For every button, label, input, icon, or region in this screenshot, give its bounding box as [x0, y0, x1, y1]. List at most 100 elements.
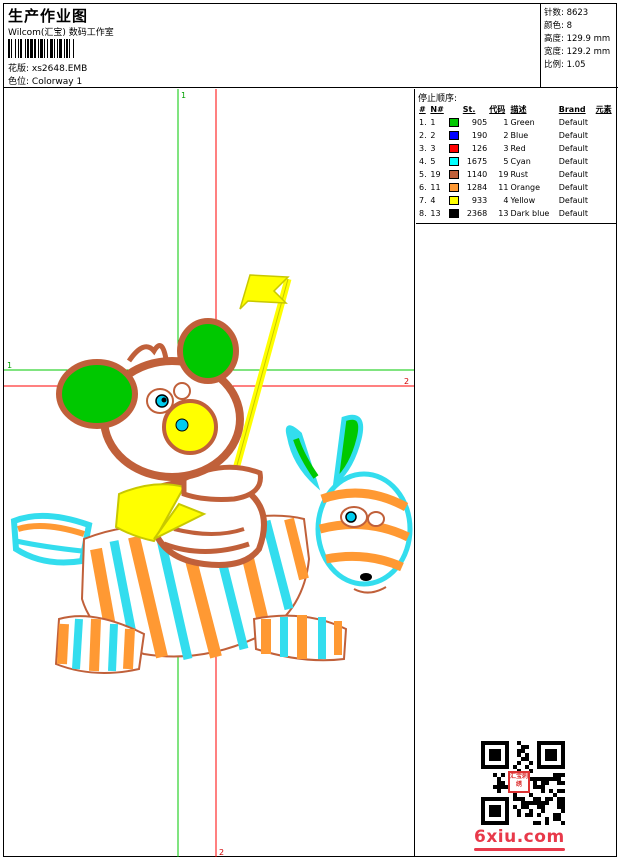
cell-stitches: 1284	[466, 183, 488, 192]
zebra-front-leg	[252, 614, 348, 662]
cell-index: 5.	[419, 170, 427, 179]
cell-code: 5	[503, 157, 509, 166]
color-swatch	[448, 196, 459, 205]
cell-element	[595, 181, 616, 194]
spec-width: 宽度: 129.2 mm	[544, 47, 611, 57]
col-swatch	[448, 103, 462, 116]
cell-desc: Red	[510, 144, 526, 153]
color-swatch	[448, 157, 459, 166]
cell-stitches: 1140	[466, 170, 488, 179]
cell-brand: Default	[558, 196, 588, 205]
cell-desc: Rust	[510, 170, 529, 179]
cell-code: 2	[503, 131, 509, 140]
color-swatch	[448, 144, 459, 153]
cell-needle: 1	[430, 118, 436, 127]
cell-needle: 2	[430, 131, 436, 140]
studio-name: Wilcom(汇宝) 数码工作室	[8, 28, 114, 38]
qr-code: 汇宝刺绣	[481, 741, 565, 825]
table-header-row: # N# St. 代码 描述 Brand 元素	[418, 103, 616, 116]
cell-needle: 19	[430, 170, 441, 179]
design-file-line: 花版: xs2648.EMB	[8, 61, 87, 74]
cell-element	[595, 142, 616, 155]
color-swatch	[448, 131, 459, 140]
col-stitches: St.	[462, 105, 476, 114]
cell-brand: Default	[558, 209, 588, 218]
cell-code: 19	[498, 170, 509, 179]
color-swatch	[448, 183, 459, 192]
page-title: 生产作业图	[8, 7, 89, 25]
cell-code: 11	[498, 183, 509, 192]
cell-index: 1.	[419, 118, 427, 127]
cell-swatch	[448, 142, 462, 155]
cell-desc: Blue	[510, 131, 529, 140]
cell-swatch	[448, 116, 462, 129]
design-preview: 1 1 2 2	[4, 89, 415, 857]
cell-swatch	[448, 129, 462, 142]
cell-element	[595, 116, 616, 129]
cell-index: 4.	[419, 157, 427, 166]
cell-element	[595, 207, 616, 220]
guide-h2-label: 2	[404, 377, 409, 386]
cell-index: 6.	[419, 183, 427, 192]
cell-element	[595, 194, 616, 207]
cell-code: 3	[503, 144, 509, 153]
stop-sequence-panel: 停止顺序: # N# St. 代码 描述 Brand 元素 1. 1 905 1 Gre…	[416, 89, 617, 857]
spec-height: 高度: 129.9 mm	[544, 34, 611, 44]
cell-element	[595, 155, 616, 168]
cell-index: 7.	[419, 196, 427, 205]
guide-h1-label: 1	[7, 361, 12, 370]
spec-scale: 比例: 1.05	[544, 60, 586, 70]
col-needle: N#	[430, 105, 444, 114]
table-row: 3. 3 126 3 Red Default	[418, 142, 616, 155]
cell-stitches: 190	[471, 131, 488, 140]
cell-code: 4	[503, 196, 509, 205]
col-element: 元素	[595, 105, 612, 114]
cell-brand: Default	[558, 118, 588, 127]
colorway-line: 色位: Colorway 1	[8, 74, 82, 87]
col-index: #	[419, 105, 426, 114]
cell-index: 2.	[419, 131, 427, 140]
cell-brand: Default	[558, 131, 588, 140]
spec-panel: 针数: 8623 颜色: 8 高度: 129.9 mm 宽度: 129.2 mm…	[541, 4, 618, 88]
cell-swatch	[448, 207, 462, 220]
color-sequence-table: # N# St. 代码 描述 Brand 元素 1. 1 905 1 Green Defa…	[418, 103, 616, 220]
cell-index: 8.	[419, 209, 427, 218]
col-brand: Brand	[558, 105, 586, 114]
cell-index: 3.	[419, 144, 427, 153]
cell-needle: 11	[430, 183, 441, 192]
cell-swatch	[448, 194, 462, 207]
cell-element	[595, 168, 616, 181]
cell-brand: Default	[558, 170, 588, 179]
cell-code: 13	[498, 209, 509, 218]
table-row: 1. 1 905 1 Green Default	[418, 116, 616, 129]
colorway-label: 色位:	[8, 77, 30, 87]
cell-swatch	[448, 155, 462, 168]
table-row: 6. 11 1284 11 Orange Default	[418, 181, 616, 194]
guide-v1-label: 1	[181, 91, 186, 100]
colorway-value: Colorway 1	[31, 77, 83, 87]
header-info: 生产作业图 Wilcom(汇宝) 数码工作室 花版: xs2648.EMB 色位…	[4, 4, 541, 88]
flag	[232, 274, 292, 470]
embroidery-illustration: 1 1 2 2	[4, 89, 414, 857]
color-swatch	[448, 209, 459, 218]
cell-needle: 13	[430, 209, 441, 218]
spec-color-count: 颜色: 8	[544, 21, 572, 31]
zebra-tail	[10, 512, 93, 566]
panel-divider	[416, 223, 617, 224]
color-swatch	[448, 118, 459, 127]
cell-stitches: 933	[471, 196, 488, 205]
production-sheet: 生产作业图 Wilcom(汇宝) 数码工作室 花版: xs2648.EMB 色位…	[3, 3, 618, 857]
table-row: 4. 5 1675 5 Cyan Default	[418, 155, 616, 168]
cell-desc: Cyan	[510, 157, 531, 166]
cell-brand: Default	[558, 144, 588, 153]
cell-code: 1	[503, 118, 509, 127]
cell-desc: Orange	[510, 183, 541, 192]
cell-brand: Default	[558, 157, 588, 166]
brand-logo: 6xiu.com	[474, 827, 565, 851]
cell-stitches: 905	[471, 118, 488, 127]
table-row: 8. 13 2368 13 Dark blue Default	[418, 207, 616, 220]
table-row: 7. 4 933 4 Yellow Default	[418, 194, 616, 207]
cell-stitches: 126	[471, 144, 488, 153]
cell-swatch	[448, 168, 462, 181]
cell-desc: Green	[510, 118, 535, 127]
